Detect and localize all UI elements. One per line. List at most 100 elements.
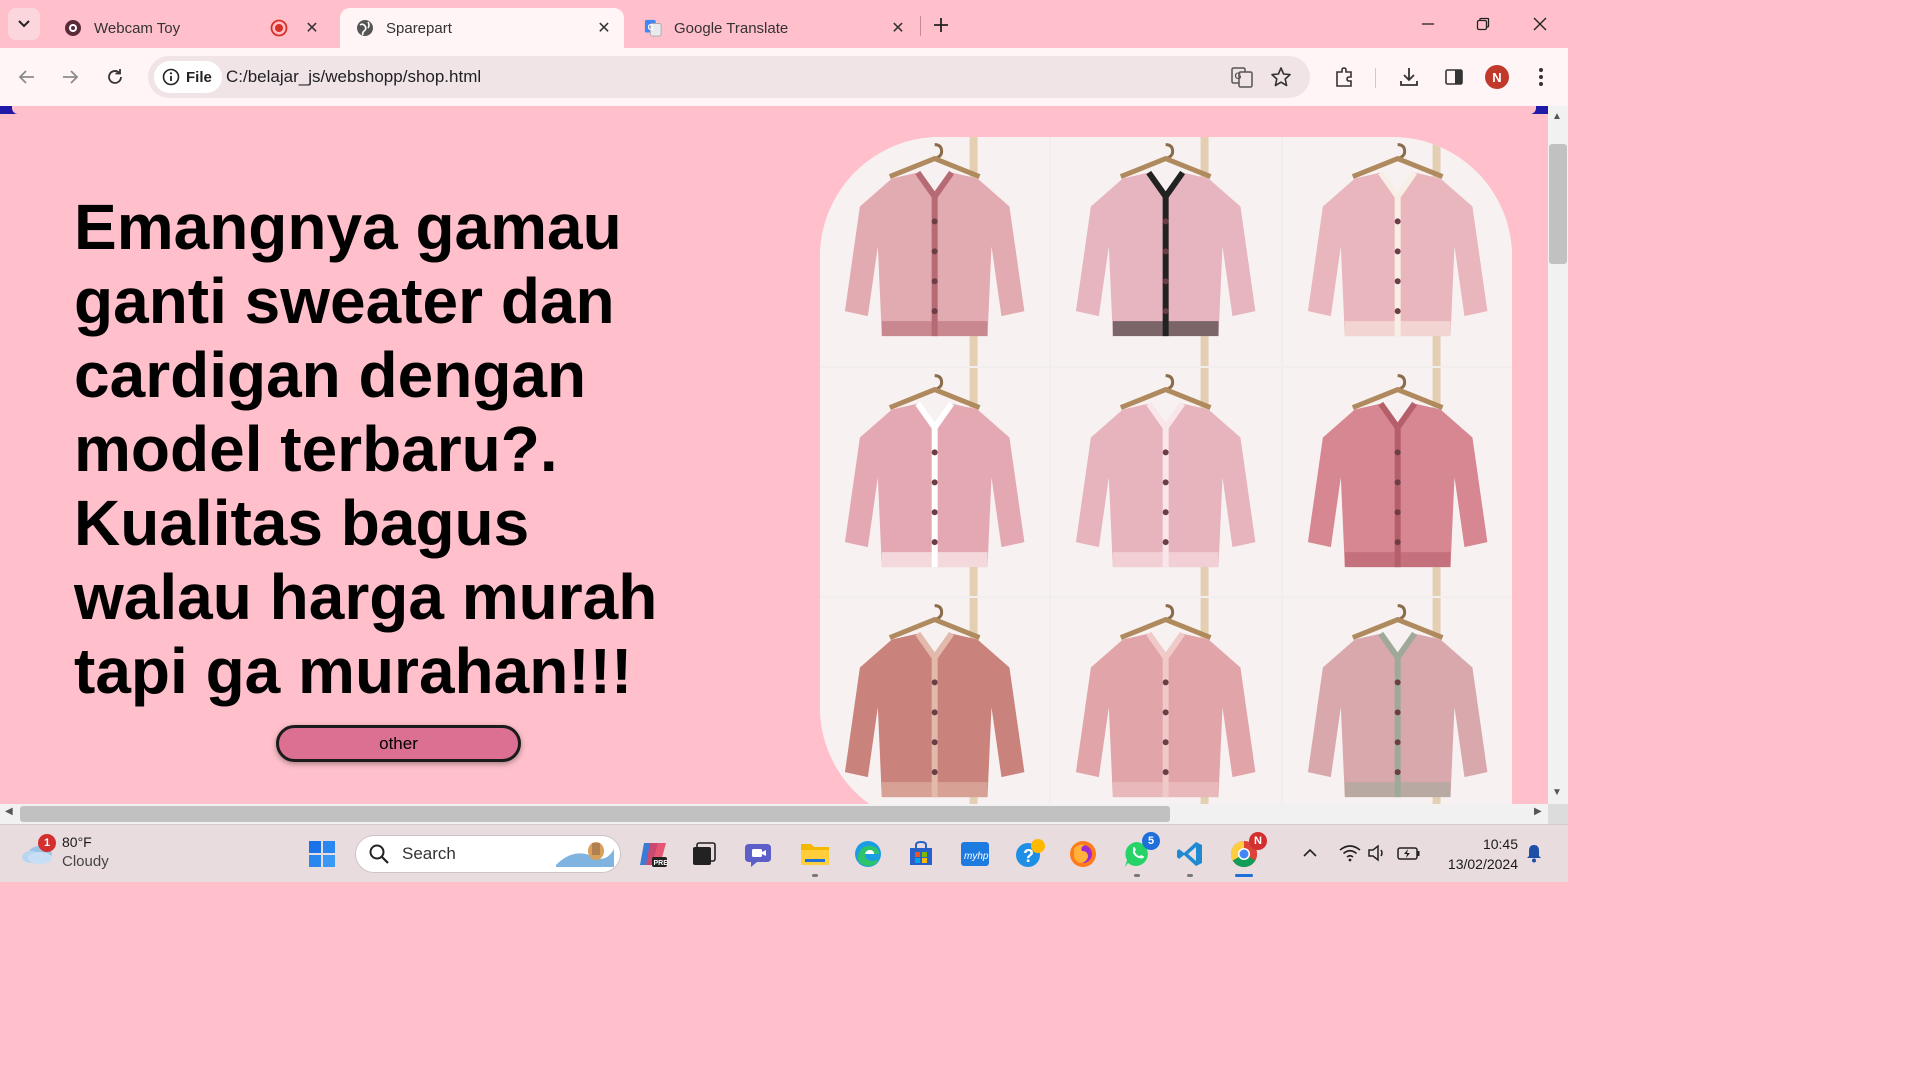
taskbar-app-taskview[interactable] bbox=[684, 835, 724, 873]
wifi-icon[interactable] bbox=[1338, 841, 1362, 865]
close-tab-icon[interactable]: ✕ bbox=[888, 18, 908, 38]
notification-bell-icon[interactable] bbox=[1522, 841, 1546, 865]
taskbar-app-vscode[interactable] bbox=[1170, 835, 1210, 877]
tab-search-button[interactable] bbox=[8, 8, 40, 40]
restore-button[interactable] bbox=[1468, 10, 1498, 38]
video-chat-icon bbox=[745, 844, 771, 867]
cardigan-illustration bbox=[1051, 137, 1281, 366]
store-icon bbox=[910, 840, 932, 865]
vertical-scroll-thumb[interactable] bbox=[1549, 144, 1567, 264]
tab-strip: Webcam Toy ✕ Sparepart ✕ G Google Transl… bbox=[0, 0, 1568, 48]
download-icon[interactable] bbox=[1395, 63, 1423, 91]
product-image[interactable] bbox=[820, 367, 1050, 597]
cloud-icon: 1 bbox=[20, 834, 56, 866]
bookmark-star-icon[interactable] bbox=[1269, 65, 1293, 89]
show-hidden-icons-button[interactable] bbox=[1298, 841, 1322, 865]
taskbar-app-myhp[interactable]: myhp bbox=[955, 835, 995, 873]
taskbar-app-copilot[interactable]: PRE bbox=[633, 835, 673, 873]
arrow-left-icon bbox=[18, 70, 34, 84]
scroll-up-arrow-icon[interactable]: ▲ bbox=[1552, 111, 1562, 122]
reload-button[interactable] bbox=[101, 63, 129, 91]
side-panel-icon[interactable] bbox=[1440, 63, 1468, 91]
minimize-button[interactable] bbox=[1413, 10, 1443, 38]
cardigan-illustration bbox=[820, 598, 1050, 804]
product-image[interactable] bbox=[820, 598, 1050, 804]
whatsapp-badge: 5 bbox=[1142, 832, 1160, 850]
product-image[interactable] bbox=[1282, 367, 1512, 597]
myhp-icon: myhp bbox=[961, 842, 989, 866]
profile-avatar[interactable]: N bbox=[1485, 65, 1509, 89]
close-tab-icon[interactable]: ✕ bbox=[594, 18, 614, 38]
browser-toolbar: File C:/belajar_js/webshopp/shop.html G … bbox=[0, 48, 1568, 106]
start-button[interactable] bbox=[302, 835, 342, 873]
arrow-right-icon bbox=[63, 70, 79, 84]
product-gallery bbox=[820, 137, 1512, 804]
chrome-profile-badge: N bbox=[1249, 832, 1267, 850]
taskbar-app-file-explorer[interactable] bbox=[795, 835, 835, 877]
close-tab-icon[interactable]: ✕ bbox=[302, 18, 322, 38]
cardigan-illustration bbox=[1051, 598, 1281, 804]
webcam-toy-icon bbox=[64, 19, 82, 37]
svg-text:myhp: myhp bbox=[964, 851, 989, 862]
cardigan-illustration bbox=[1051, 367, 1281, 597]
info-icon bbox=[162, 68, 180, 86]
toolbar-separator bbox=[1375, 68, 1376, 88]
product-image[interactable] bbox=[1051, 367, 1281, 597]
scroll-right-arrow-icon[interactable]: ▶ bbox=[1534, 806, 1542, 817]
scroll-down-arrow-icon[interactable]: ▼ bbox=[1552, 787, 1562, 798]
folder-icon bbox=[801, 844, 829, 865]
svg-text:G: G bbox=[1235, 71, 1242, 81]
cardigan-illustration bbox=[1282, 137, 1512, 366]
weather-condition: Cloudy bbox=[62, 853, 109, 870]
weather-widget[interactable]: 1 80°F Cloudy bbox=[20, 833, 109, 871]
back-button[interactable] bbox=[13, 63, 41, 91]
tab-google-translate[interactable]: G Google Translate ✕ bbox=[628, 8, 918, 48]
horizontal-scroll-thumb[interactable] bbox=[20, 806, 1170, 822]
product-image[interactable] bbox=[820, 137, 1050, 366]
taskbar-app-whatsapp[interactable]: 5 bbox=[1117, 832, 1160, 877]
scroll-left-arrow-icon[interactable]: ◀ bbox=[5, 806, 13, 817]
scrollbar-corner bbox=[1548, 804, 1568, 824]
product-image[interactable] bbox=[1051, 137, 1281, 366]
taskbar-app-firefox[interactable] bbox=[1063, 835, 1103, 873]
other-button[interactable]: other bbox=[276, 725, 521, 762]
url-text[interactable]: C:/belajar_js/webshopp/shop.html bbox=[226, 67, 481, 87]
running-indicator bbox=[1134, 874, 1140, 877]
task-view-icon bbox=[693, 842, 716, 865]
vscode-icon bbox=[1177, 842, 1202, 866]
forward-button[interactable] bbox=[56, 63, 84, 91]
search-label: Search bbox=[402, 844, 456, 863]
more-menu-icon[interactable] bbox=[1527, 63, 1555, 91]
taskbar-app-store[interactable] bbox=[901, 835, 941, 873]
taskbar: 1 80°F Cloudy Search PRE myhp ? 5 N 10:4… bbox=[0, 824, 1568, 882]
product-image[interactable] bbox=[1051, 598, 1281, 804]
taskbar-app-meet[interactable] bbox=[740, 835, 780, 873]
cardigan-illustration bbox=[1282, 367, 1512, 597]
hero-headline: Emangnya gamau ganti sweater dan cardiga… bbox=[74, 191, 658, 707]
system-clock[interactable]: 10:45 13/02/2024 bbox=[1432, 834, 1518, 874]
new-tab-button[interactable] bbox=[928, 12, 954, 38]
minimize-icon bbox=[1422, 23, 1434, 25]
clock-time: 10:45 bbox=[1482, 836, 1518, 852]
weather-temp: 80°F bbox=[62, 834, 92, 850]
tab-sparepart[interactable]: Sparepart ✕ bbox=[340, 8, 624, 48]
tab-webcam-toy[interactable]: Webcam Toy ✕ bbox=[48, 8, 332, 48]
taskbar-app-chrome[interactable]: N bbox=[1224, 832, 1267, 877]
product-image[interactable] bbox=[1282, 598, 1512, 804]
cardigan-illustration bbox=[820, 137, 1050, 366]
close-window-button[interactable] bbox=[1525, 10, 1555, 38]
site-info-chip[interactable]: File bbox=[154, 61, 222, 93]
translate-page-icon[interactable]: G bbox=[1230, 65, 1254, 89]
battery-icon[interactable] bbox=[1397, 841, 1421, 865]
product-image[interactable] bbox=[1282, 137, 1512, 366]
running-indicator bbox=[812, 874, 818, 877]
taskbar-app-edge[interactable] bbox=[848, 835, 888, 873]
taskbar-search[interactable]: Search bbox=[355, 835, 621, 873]
volume-icon[interactable] bbox=[1366, 841, 1390, 865]
tab-title: Webcam Toy bbox=[94, 19, 181, 37]
extensions-icon[interactable] bbox=[1330, 63, 1358, 91]
edge-icon bbox=[855, 841, 881, 867]
address-bar[interactable]: File C:/belajar_js/webshopp/shop.html G bbox=[148, 56, 1310, 98]
search-highlight-icon bbox=[556, 842, 614, 867]
taskbar-app-help[interactable]: ? bbox=[1010, 835, 1050, 873]
